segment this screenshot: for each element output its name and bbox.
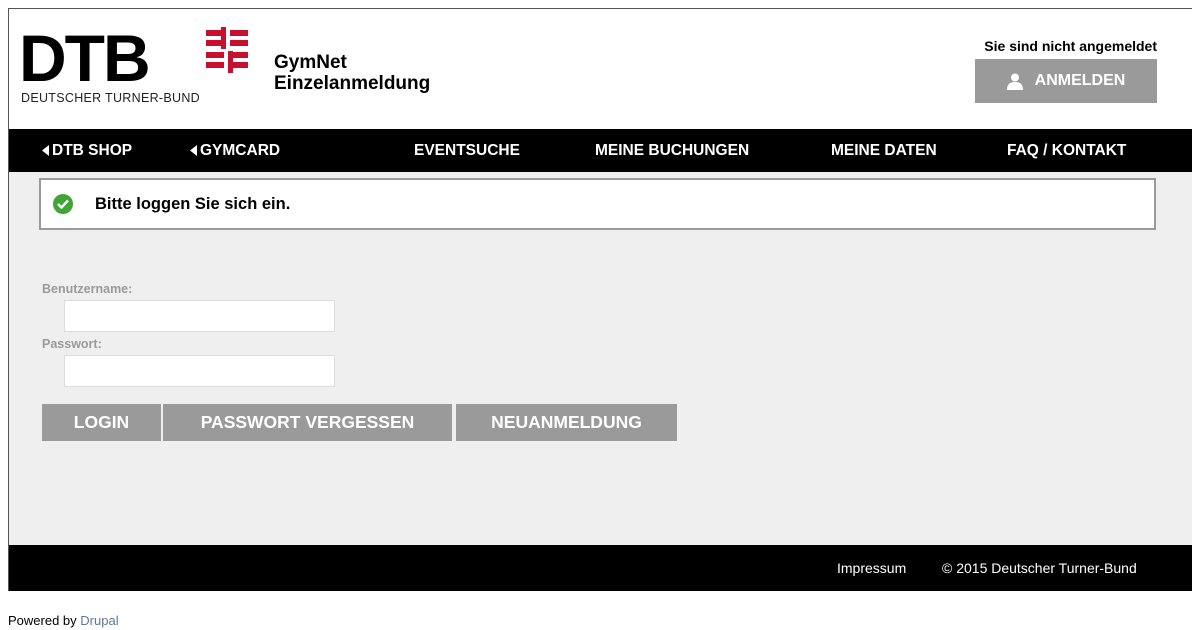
nav-item-label: GYMCARD — [200, 142, 281, 159]
logo-text: DTB — [19, 21, 151, 95]
user-icon — [1006, 73, 1023, 90]
app-title: GymNet Einzelanmeldung — [274, 52, 430, 94]
password-input[interactable] — [64, 355, 335, 387]
username-label: Benutzername: — [42, 282, 133, 296]
drupal-link[interactable]: Drupal — [80, 613, 118, 628]
app-title-line1: GymNet — [274, 52, 347, 73]
nav-item-meine-buchungen[interactable]: MEINE BUCHUNGEN — [595, 129, 749, 172]
dtb-logo[interactable]: DTB DEUTSCHER TURNER-BUND — [19, 25, 259, 115]
check-circle-icon — [53, 194, 73, 214]
login-button[interactable]: LOGIN — [42, 404, 161, 441]
powered-by: Powered by Drupal — [8, 613, 119, 628]
status-alert: Bitte loggen Sie sich ein. — [39, 178, 1156, 230]
header: DTB DEUTSCHER TURNER-BUND GymNet Einzela… — [9, 9, 1192, 124]
powered-by-prefix: Powered by — [8, 613, 77, 628]
forgot-password-button[interactable]: PASSWORT VERGESSEN — [163, 404, 452, 441]
anmelden-button[interactable]: ANMELDEN — [975, 59, 1157, 103]
footer: Impressum © 2015 Deutscher Turner-Bund — [9, 545, 1192, 591]
nav-item-dtb-shop[interactable]: DTB SHOP — [42, 129, 132, 172]
app-title-line2: Einzelanmeldung — [274, 73, 431, 94]
dtb-emblem-icon — [206, 27, 248, 73]
main-content: Bitte loggen Sie sich ein. Benutzername:… — [9, 172, 1192, 545]
nav-item-gymcard[interactable]: GYMCARD — [190, 129, 280, 172]
logo-subtitle: DEUTSCHER TURNER-BUND — [21, 91, 200, 105]
login-status: Sie sind nicht angemeldet — [984, 38, 1157, 54]
caret-left-icon — [190, 145, 197, 156]
nav-item-meine-daten[interactable]: MEINE DATEN — [831, 129, 937, 172]
anmelden-button-label: ANMELDEN — [1034, 72, 1126, 89]
caret-left-icon — [42, 145, 49, 156]
main-nav: DTB SHOP GYMCARD EVENTSUCHE MEINE BUCHUN… — [9, 129, 1192, 172]
page-frame: DTB DEUTSCHER TURNER-BUND GymNet Einzela… — [8, 8, 1192, 591]
nav-item-eventsuche[interactable]: EVENTSUCHE — [414, 129, 520, 172]
register-button[interactable]: NEUANMELDUNG — [456, 404, 677, 441]
impressum-link[interactable]: Impressum — [837, 545, 906, 591]
nav-item-label: DTB SHOP — [52, 142, 133, 159]
username-input[interactable] — [64, 300, 335, 332]
password-label: Passwort: — [42, 337, 102, 351]
alert-message: Bitte loggen Sie sich ein. — [95, 194, 291, 213]
nav-item-faq-kontakt[interactable]: FAQ / KONTAKT — [1007, 129, 1126, 172]
copyright-text: © 2015 Deutscher Turner-Bund — [942, 560, 1137, 576]
